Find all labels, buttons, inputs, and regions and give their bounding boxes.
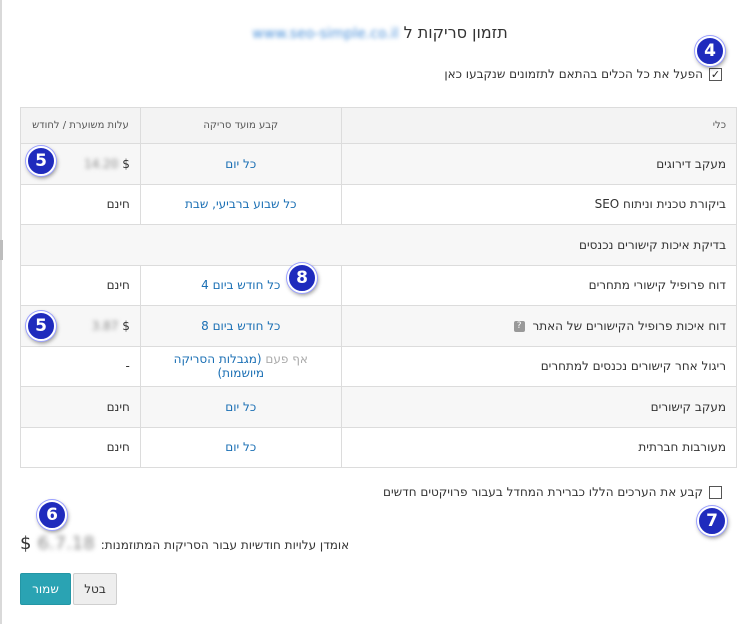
default-setting-label: קבע את הערכים הללו כברירת המחדל בעבור פר… <box>383 485 703 499</box>
row-tool-name: מעקב דירוגים <box>340 143 738 185</box>
row-schedule-link[interactable]: (מגבלות הסריקה מיושמות) <box>174 352 264 380</box>
row-cost: חינם <box>20 426 141 468</box>
page-left-edge <box>0 0 2 624</box>
annotation-badge-5b: 5 <box>26 311 56 341</box>
header-cost: עלות משוערת / לחודש <box>20 107 141 144</box>
dialog-title: תזמון סריקות ל www.seo-simple.co.il <box>200 23 560 42</box>
monthly-estimate: אומדן עלויות חודשיות עבור הסריקות המתוזמ… <box>20 533 349 554</box>
annotation-badge-7: 7 <box>697 506 727 536</box>
row-cost: חינם <box>20 386 141 428</box>
save-button[interactable]: שמור <box>20 573 71 605</box>
row-cost: חינם <box>20 264 141 306</box>
annotation-badge-6: 6 <box>37 500 67 530</box>
schedule-never-label: אף פעם <box>265 352 308 367</box>
row-schedule-link[interactable]: כל שבוע ברביעי, שבת <box>139 183 342 225</box>
apply-all-option[interactable]: ✓ הפעל את כל הכלים בהתאם לתזמונים שנקבעו… <box>444 67 722 81</box>
row-tool-name: מעורבות חברתית <box>340 426 738 468</box>
table-row: דוח איכות פרופיל הקישורים של האתר ? כל ח… <box>20 305 738 347</box>
row-tool-name: מעקב קישורים <box>340 386 738 428</box>
annotation-badge-5: 5 <box>26 146 56 176</box>
row-tool-name: דוח איכות פרופיל הקישורים של האתר <box>532 318 726 333</box>
row-tool-name: ריגול אחר קישורים נכנסים למתחרים <box>340 345 738 387</box>
row-cost: - <box>20 345 141 387</box>
estimate-amount: 6.7.18 <box>37 533 95 554</box>
cancel-button[interactable]: בטל <box>73 573 117 605</box>
help-icon[interactable]: ? <box>513 320 525 332</box>
row-tool-name: דוח פרופיל קישורי מתחרים <box>340 264 738 306</box>
cost-currency: $ <box>122 156 130 171</box>
header-tool: כלי <box>340 107 738 144</box>
row-cost: חינם <box>20 183 141 225</box>
cost-amount: 3.87 <box>91 318 119 333</box>
default-setting-option[interactable]: קבע את הערכים הללו כברירת המחדל בעבור פר… <box>383 485 722 499</box>
row-schedule-link[interactable]: כל יום <box>139 386 342 428</box>
section-title: בדיקת איכות קישורים נכנסים <box>20 224 737 266</box>
apply-all-checkbox[interactable]: ✓ <box>709 67 722 81</box>
default-setting-checkbox[interactable] <box>709 485 722 499</box>
apply-all-label: הפעל את כל הכלים בהתאם לתזמונים שנקבעו כ… <box>444 67 703 81</box>
page-left-edge-mark <box>0 240 3 260</box>
table-row: דוח פרופיל קישורי מתחרים כל חודש ביום 4 … <box>20 264 738 306</box>
table-row: מעורבות חברתית כל יום חינם <box>20 426 738 468</box>
table-row: ריגול אחר קישורים נכנסים למתחרים אף פעם … <box>20 345 738 387</box>
row-tool-name: ביקורת טכנית וניתוח SEO <box>340 183 738 225</box>
estimate-currency: $ <box>20 533 32 554</box>
row-tool-cell: דוח איכות פרופיל הקישורים של האתר ? <box>340 305 738 347</box>
annotation-badge-4: 4 <box>695 36 725 66</box>
title-site-url: www.seo-simple.co.il <box>252 26 399 42</box>
row-schedule-cell[interactable]: אף פעם (מגבלות הסריקה מיושמות) <box>139 345 342 387</box>
schedule-table: כלי קבע מועד סריקה עלות משוערת / לחודש מ… <box>20 107 738 468</box>
cost-amount: 14.20 <box>84 156 119 171</box>
annotation-badge-8: 8 <box>287 263 317 293</box>
table-row: מעקב דירוגים כל יום $ 14.20 <box>20 143 738 185</box>
cost-currency: $ <box>122 318 130 333</box>
header-schedule: קבע מועד סריקה <box>139 107 342 144</box>
estimate-label: אומדן עלויות חודשיות עבור הסריקות המתוזמ… <box>100 538 350 552</box>
table-header-row: כלי קבע מועד סריקה עלות משוערת / לחודש <box>20 107 738 144</box>
table-row: מעקב קישורים כל יום חינם <box>20 386 738 428</box>
row-schedule-link[interactable]: כל חודש ביום 8 <box>139 305 342 347</box>
table-section-row: בדיקת איכות קישורים נכנסים <box>20 224 737 266</box>
table-row: ביקורת טכנית וניתוח SEO כל שבוע ברביעי, … <box>20 183 738 225</box>
title-prefix: תזמון סריקות ל <box>403 23 508 42</box>
row-schedule-link[interactable]: כל יום <box>139 426 342 468</box>
row-schedule-link[interactable]: כל יום <box>139 143 342 185</box>
